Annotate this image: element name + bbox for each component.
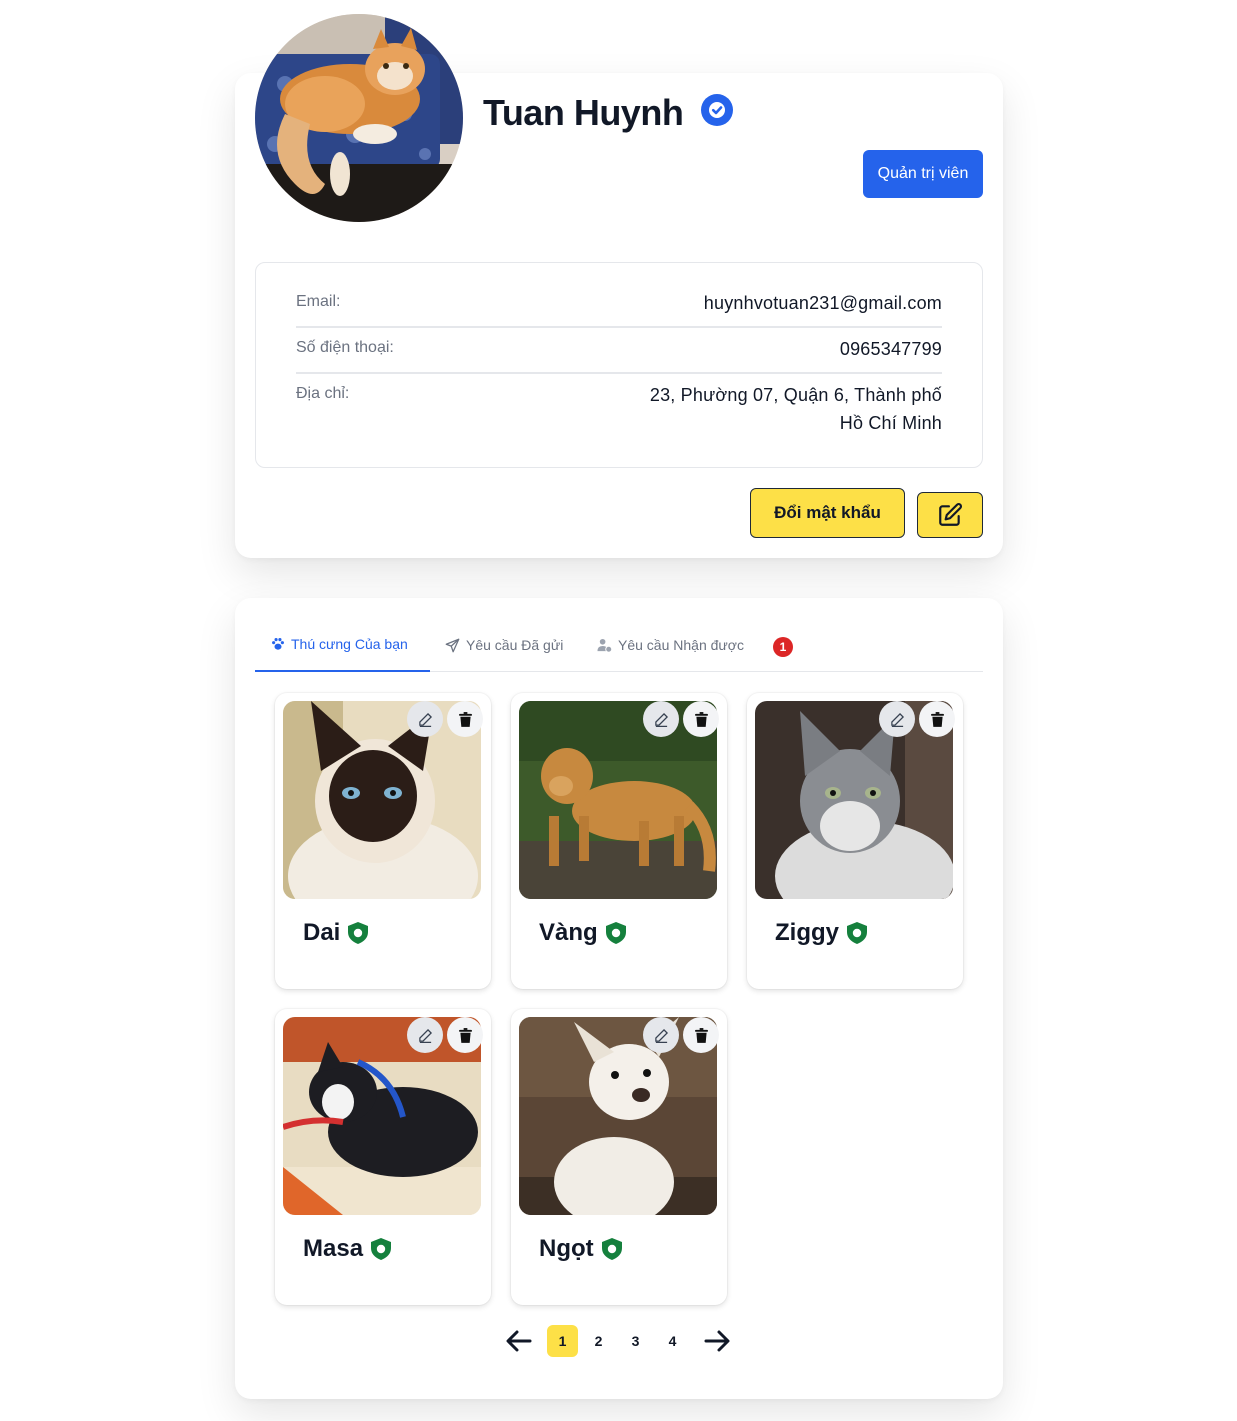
edit-pet-button[interactable] bbox=[879, 701, 915, 737]
tab-received-requests-label: Yêu cầu Nhận được bbox=[618, 637, 744, 653]
contact-info-box: Email: huynhvotuan231@gmail.com Số điện … bbox=[255, 262, 983, 468]
trash-icon bbox=[930, 711, 944, 727]
arrow-right-icon[interactable] bbox=[703, 1327, 731, 1355]
edit-pet-button[interactable] bbox=[407, 1017, 443, 1053]
verified-shield-icon bbox=[847, 922, 867, 944]
pet-name: Masa bbox=[303, 1235, 392, 1263]
pet-card[interactable]: Ziggy bbox=[747, 693, 963, 989]
arrow-left-icon[interactable] bbox=[505, 1327, 533, 1355]
pet-name: Ziggy bbox=[775, 919, 867, 947]
profile-avatar bbox=[255, 14, 463, 222]
pet-name: Dai bbox=[303, 919, 369, 947]
edit-profile-button[interactable] bbox=[917, 492, 983, 538]
delete-pet-button[interactable] bbox=[683, 1017, 719, 1053]
tab-your-pets[interactable]: Thú cưng Của bạn bbox=[255, 618, 430, 672]
pet-name: Ngọt bbox=[539, 1235, 622, 1263]
pencil-icon bbox=[418, 712, 432, 727]
tab-sent-requests[interactable]: Yêu cầu Đã gửi bbox=[445, 618, 563, 672]
delete-pet-button[interactable] bbox=[447, 701, 483, 737]
page-button-2[interactable]: 2 bbox=[583, 1325, 614, 1357]
pet-name-label: Ziggy bbox=[775, 919, 839, 946]
pencil-icon bbox=[418, 1028, 432, 1043]
trash-icon bbox=[694, 711, 708, 727]
pet-card[interactable]: Ngọt bbox=[511, 1009, 727, 1305]
tab-bar: Thú cưng Của bạn Yêu cầu Đã gửi Yêu cầu … bbox=[255, 618, 983, 672]
info-row-phone: Số điện thoại: 0965347799 bbox=[296, 339, 942, 374]
email-value: huynhvotuan231@gmail.com bbox=[703, 293, 942, 313]
delete-pet-button[interactable] bbox=[447, 1017, 483, 1053]
pencil-icon bbox=[654, 712, 668, 727]
pencil-icon bbox=[890, 712, 904, 727]
pagination: 1 2 3 4 bbox=[505, 1323, 735, 1357]
pet-name-label: Masa bbox=[303, 1235, 364, 1262]
pet-name-label: Vàng bbox=[539, 919, 598, 946]
change-password-button[interactable]: Đổi mật khẩu bbox=[750, 488, 905, 538]
pet-card[interactable]: Dai bbox=[275, 693, 491, 989]
pet-name-label: Ngọt bbox=[539, 1235, 594, 1262]
delete-pet-button[interactable] bbox=[683, 701, 719, 737]
trash-icon bbox=[458, 711, 472, 727]
pencil-icon bbox=[654, 1028, 668, 1043]
edit-pet-button[interactable] bbox=[407, 701, 443, 737]
verified-shield-icon bbox=[605, 922, 626, 944]
tab-sent-requests-label: Yêu cầu Đã gửi bbox=[466, 637, 564, 653]
phone-label: Số điện thoại: bbox=[296, 339, 394, 356]
trash-icon bbox=[458, 1027, 472, 1043]
edit-pet-button[interactable] bbox=[643, 701, 679, 737]
tab-received-requests[interactable]: Yêu cầu Nhận được bbox=[597, 618, 744, 672]
page-button-3[interactable]: 3 bbox=[620, 1325, 651, 1357]
paw-icon bbox=[272, 638, 284, 650]
address-label: Địa chỉ: bbox=[296, 385, 350, 402]
pet-card[interactable]: Vàng bbox=[511, 693, 727, 989]
profile-name: Tuan Huynh bbox=[483, 92, 684, 133]
send-icon bbox=[445, 638, 460, 652]
verified-check-icon bbox=[701, 94, 733, 126]
edit-pet-button[interactable] bbox=[643, 1017, 679, 1053]
edit-square-icon bbox=[939, 503, 962, 526]
user-clock-icon bbox=[597, 638, 612, 653]
info-row-address: Địa chỉ: 23, Phường 07, Quận 6, Thành ph… bbox=[296, 385, 942, 437]
info-row-email: Email: huynhvotuan231@gmail.com bbox=[296, 293, 942, 328]
pet-card[interactable]: Masa bbox=[275, 1009, 491, 1305]
delete-pet-button[interactable] bbox=[919, 701, 955, 737]
pet-name: Vàng bbox=[539, 919, 626, 947]
verified-shield-icon bbox=[371, 1238, 392, 1260]
pet-name-label: Dai bbox=[303, 919, 341, 946]
email-label: Email: bbox=[296, 293, 341, 310]
tab-your-pets-label: Thú cưng Của bạn bbox=[291, 636, 408, 652]
trash-icon bbox=[694, 1027, 708, 1043]
notification-badge: 1 bbox=[773, 637, 793, 657]
pets-card: Thú cưng Của bạn Yêu cầu Đã gửi Yêu cầu … bbox=[235, 598, 1003, 1399]
page-button-1[interactable]: 1 bbox=[547, 1325, 578, 1357]
admin-role-button[interactable]: Quản trị viên bbox=[863, 150, 983, 198]
address-value: 23, Phường 07, Quận 6, Thành phố Hồ Chí … bbox=[649, 385, 942, 433]
verified-shield-icon bbox=[348, 922, 369, 944]
verified-shield-icon bbox=[601, 1238, 622, 1260]
page-button-4[interactable]: 4 bbox=[657, 1325, 688, 1357]
phone-value: 0965347799 bbox=[839, 339, 942, 359]
